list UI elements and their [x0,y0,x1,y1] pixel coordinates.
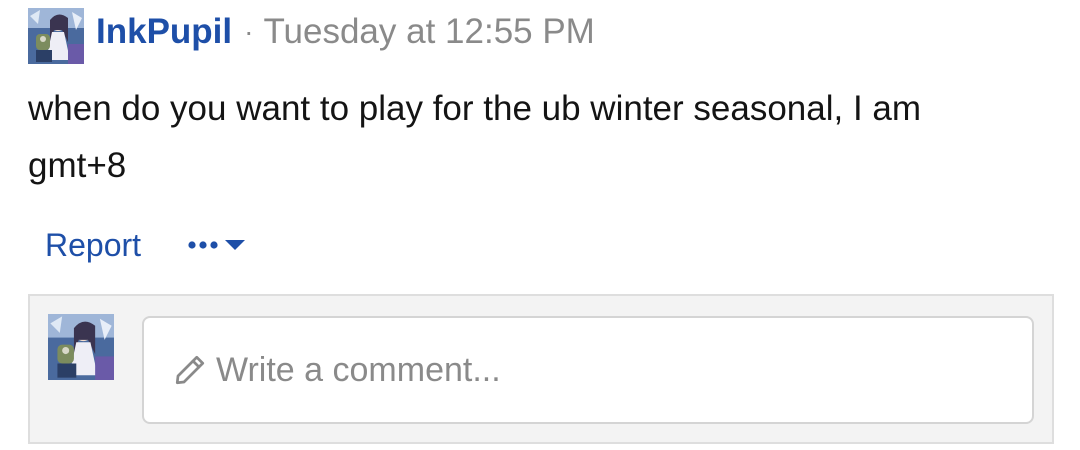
commenter-avatar [48,314,114,380]
report-link[interactable]: Report [45,227,141,264]
comment-placeholder: Write a comment... [216,350,501,389]
post-actions: Report [45,222,251,268]
more-options-button[interactable] [187,235,251,255]
author-name-link[interactable]: InkPupil [96,12,232,52]
user-avatar-anime-icon [28,8,84,64]
post-header: InkPupil · Tuesday at 12:55 PM [96,8,595,56]
message-post: InkPupil · Tuesday at 12:55 PM when do y… [0,0,1080,450]
comment-input[interactable]: Write a comment... [142,316,1034,424]
ellipsis-dropdown-icon [188,240,246,250]
comment-composer: Write a comment... [28,294,1054,444]
user-avatar-anime-icon [48,314,114,380]
post-timestamp[interactable]: Tuesday at 12:55 PM [263,12,594,52]
pencil-icon [172,352,208,388]
author-avatar[interactable] [28,8,84,64]
post-body: when do you want to play for the ub wint… [28,89,922,185]
header-separator: · [244,16,254,47]
